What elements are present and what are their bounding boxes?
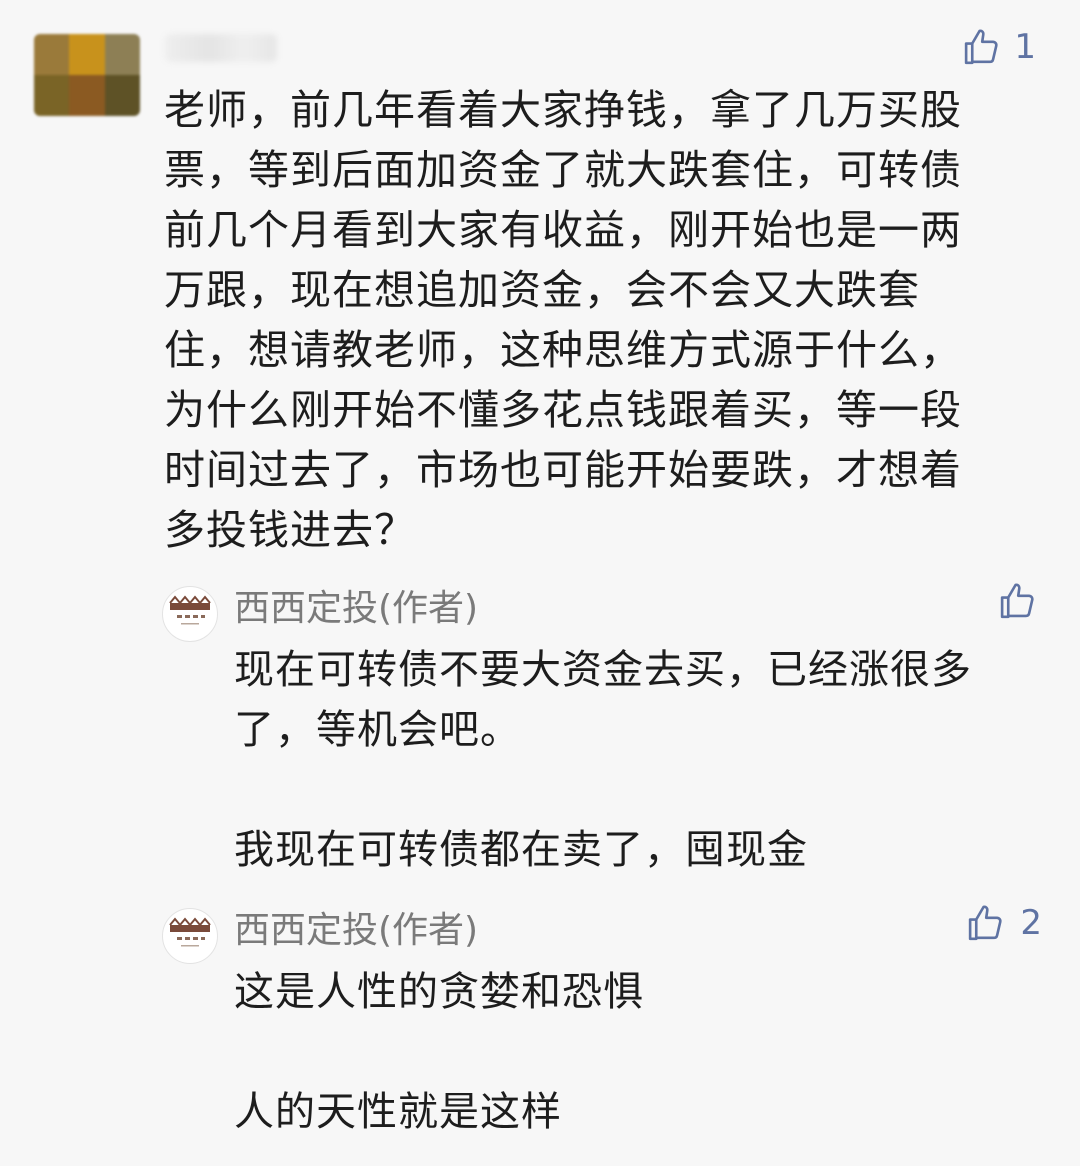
reply-text: 这是人性的贪婪和恐惧 人的天性就是这样 [234, 962, 644, 1142]
reply-like-button[interactable]: 2 [964, 902, 1042, 944]
comment-line: 时间过去了，市场也可能开始要跌，才想着 [164, 446, 962, 494]
comment-line: 票，等到后面加资金了就大跌套住，可转债 [164, 146, 962, 194]
comment-line: 为什么刚开始不懂多花点钱跟着买，等一段 [164, 386, 962, 434]
comment-thread: 1 老师，前几年看着大家挣钱，拿了几万买股 票，等到后面加资金了就大跌套住，可转… [0, 0, 1080, 1166]
commenter-avatar[interactable] [34, 34, 140, 116]
author-reply: 西西定投(作者) 现在可转债不要大资金去买，已经涨很多 了，等机会吧。 我现在可… [162, 583, 1042, 886]
thumbs-up-icon [996, 580, 1038, 622]
reply-line: 这是人性的贪婪和恐惧 [234, 969, 644, 1015]
like-count: 1 [1014, 27, 1036, 67]
reply-line: 现在可转债不要大资金去买，已经涨很多 [234, 647, 972, 693]
reply-text: 现在可转债不要大资金去买，已经涨很多 了，等机会吧。 我现在可转债都在卖了，囤现… [234, 640, 972, 880]
main-comment-text: 老师，前几年看着大家挣钱，拿了几万买股 票，等到后面加资金了就大跌套住，可转债 … [164, 80, 1024, 560]
comment-line: 万跟，现在想追加资金，会不会又大跌套 [164, 266, 920, 314]
reply-author-name[interactable]: 西西定投(作者) [234, 908, 478, 954]
reply-like-button[interactable] [996, 580, 1038, 622]
comment-line: 住，想请教老师，这种思维方式源于什么， [164, 326, 962, 374]
reply-author-name[interactable]: 西西定投(作者) [234, 586, 478, 632]
commenter-name-blurred [165, 34, 277, 62]
comment-line: 前几个月看到大家有收益，刚开始也是一两 [164, 206, 962, 254]
thumbs-up-icon [960, 26, 1002, 68]
author-avatar[interactable] [162, 586, 218, 642]
author-reply: 西西定投(作者) 2 这是人性的贪婪和恐惧 人的天性就是这样 [162, 903, 1042, 1148]
author-avatar[interactable] [162, 908, 218, 964]
comment-line: 多投钱进去？ [164, 506, 416, 554]
reply-line: 人的天性就是这样 [234, 1089, 562, 1135]
reply-line: 了，等机会吧。 [234, 707, 521, 753]
thumbs-up-icon [964, 902, 1006, 944]
like-count: 2 [1020, 903, 1042, 943]
main-comment-like-button[interactable]: 1 [960, 26, 1036, 68]
reply-line: 我现在可转债都在卖了，囤现金 [234, 827, 808, 873]
comment-line: 老师，前几年看着大家挣钱，拿了几万买股 [164, 86, 962, 134]
